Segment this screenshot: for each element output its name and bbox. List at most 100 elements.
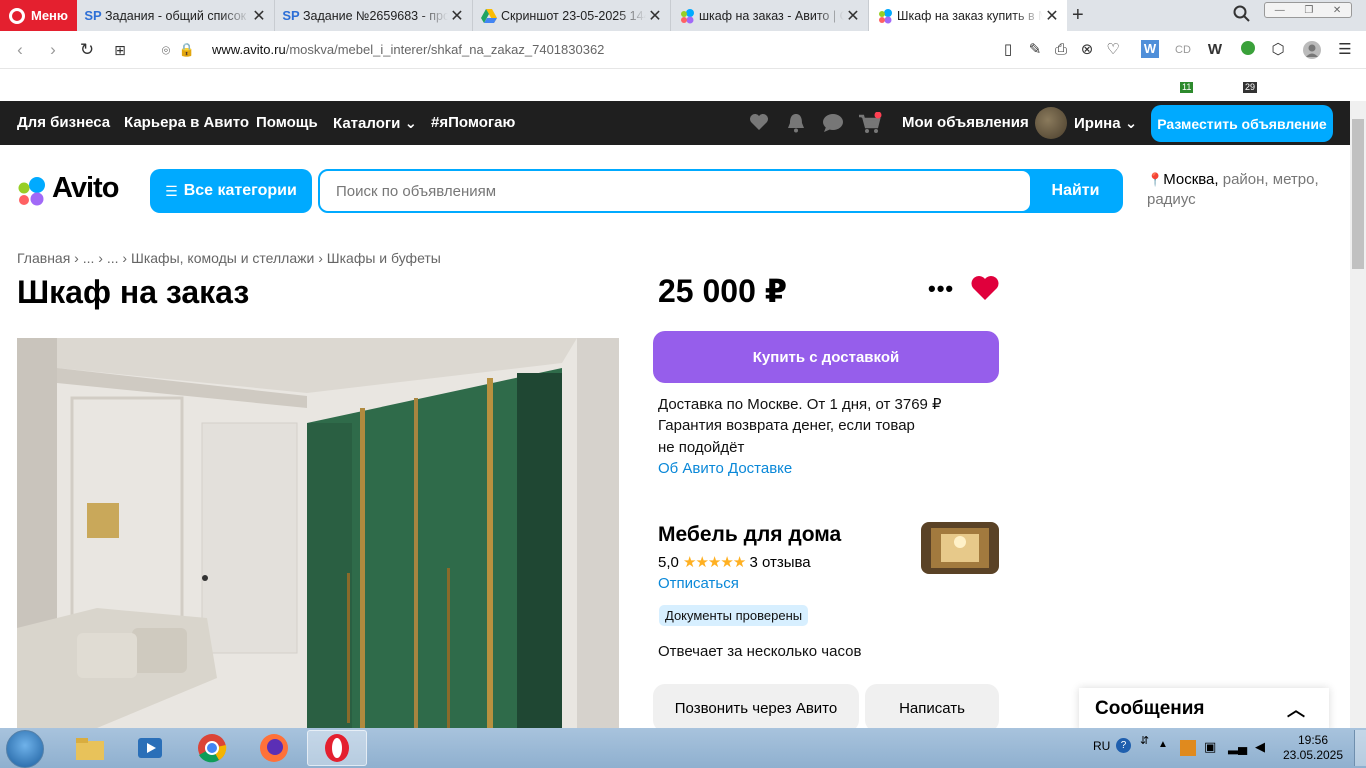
avatar[interactable] <box>1035 107 1067 139</box>
seller-avatar[interactable] <box>921 522 999 574</box>
call-via-avito-button[interactable]: Позвонить через Авито <box>653 684 859 732</box>
nav-career[interactable]: Карьера в Авито <box>124 114 249 131</box>
cd-extension-icon[interactable]: CD <box>1173 40 1193 60</box>
opera-taskbar-icon[interactable] <box>307 730 367 766</box>
nav-business[interactable]: Для бизнеса <box>17 114 110 131</box>
messages-panel[interactable]: Сообщения ︿ <box>1079 688 1329 732</box>
page-scrollbar[interactable] <box>1350 101 1366 728</box>
opera-menu-button[interactable]: Меню <box>0 0 77 31</box>
cube-icon[interactable]: ⬡ <box>1268 40 1288 60</box>
tray-device-icon[interactable]: ▣ <box>1204 739 1216 755</box>
browser-tab[interactable]: шкаф на заказ - Авито | О ✕ <box>671 0 869 31</box>
post-ad-button[interactable]: Разместить объявление <box>1151 105 1333 142</box>
user-menu[interactable]: Ирина ⌄ <box>1074 114 1137 132</box>
reload-icon[interactable]: ↻ <box>77 40 97 60</box>
browser-tab[interactable]: SP Задание №2659683 - про ✕ <box>275 0 473 31</box>
location-pin-icon: 📍 <box>1147 172 1164 187</box>
media-player-icon[interactable] <box>122 730 178 766</box>
buy-with-delivery-button[interactable]: Купить с доставкой <box>653 331 999 383</box>
search-tabs-icon[interactable] <box>1233 5 1251 28</box>
close-icon[interactable]: ✕ <box>1043 6 1061 26</box>
heart-icon[interactable]: ♡ <box>1103 40 1123 60</box>
w-extension-icon[interactable]: W <box>1205 40 1225 60</box>
sp-favicon-icon: SP <box>84 8 102 23</box>
lock-icon[interactable]: 🔒 <box>177 40 197 60</box>
back-icon[interactable]: ‹ <box>10 40 30 60</box>
opera-logo-icon <box>9 7 25 24</box>
tray-expand-icon[interactable]: ▲ <box>1158 739 1168 750</box>
messages-title: Сообщения <box>1095 698 1205 719</box>
tab-title: шкаф на заказ - Авито | О <box>699 8 844 23</box>
breadcrumb-item[interactable]: ... <box>83 250 95 266</box>
close-icon[interactable]: ✕ <box>448 6 466 26</box>
breadcrumb-item[interactable]: ... <box>107 250 119 266</box>
system-clock[interactable]: 19:56 23.05.2025 <box>1278 733 1348 763</box>
profile-icon[interactable] <box>1302 40 1322 60</box>
sp-favicon-icon: SP <box>282 8 300 23</box>
more-options-icon[interactable]: ••• <box>928 276 954 302</box>
categories-search-icon: ☰ <box>165 182 178 199</box>
seller-name[interactable]: Мебель для дома <box>658 523 841 547</box>
seller-rating[interactable]: 5,0 ★★★★★ 3 отзыва <box>658 553 811 571</box>
my-ads-link[interactable]: Мои объявления <box>902 114 1029 131</box>
favorite-heart-icon[interactable] <box>970 273 1000 303</box>
nav-ya-pomogayu[interactable]: #яПомогаю <box>431 114 515 131</box>
camera-icon[interactable]: ⎙ <box>1051 40 1071 60</box>
favorites-icon[interactable] <box>749 113 769 136</box>
nav-catalogs[interactable]: Каталоги ⌄ <box>333 114 417 132</box>
avito-logo-icon[interactable] <box>17 176 47 206</box>
green-extension-icon[interactable] <box>1238 40 1258 60</box>
new-tab-icon[interactable]: + <box>1072 4 1084 27</box>
url-field[interactable]: www.avito.ru/moskva/mebel_i_interer/shka… <box>212 42 604 57</box>
close-window-icon[interactable]: ✕ <box>1333 5 1341 16</box>
forward-icon[interactable]: › <box>43 40 63 60</box>
search-input[interactable] <box>320 171 1030 211</box>
cart-icon[interactable] <box>858 111 882 139</box>
chat-icon[interactable] <box>822 113 844 138</box>
adblock-icon[interactable]: ⊗ <box>1077 40 1097 60</box>
close-icon[interactable]: ✕ <box>646 6 664 26</box>
browser-tab[interactable]: SP Задания - общий список з ✕ <box>77 0 275 31</box>
close-icon[interactable]: ✕ <box>844 6 862 26</box>
close-icon[interactable]: ✕ <box>250 6 268 26</box>
write-message-button[interactable]: Написать <box>865 684 999 732</box>
about-delivery-link[interactable]: Об Авито Доставке <box>658 460 792 477</box>
help-icon[interactable]: ? <box>1116 738 1131 753</box>
word-extension-icon[interactable]: W <box>1141 40 1159 58</box>
tab-title: Задания - общий список з <box>105 8 250 23</box>
show-desktop-button[interactable] <box>1354 730 1366 766</box>
tray-ime-icon[interactable]: ⇵ <box>1140 734 1149 747</box>
location-pin-icon[interactable]: ⌾ <box>156 40 176 60</box>
browser-tab-active[interactable]: Шкаф на заказ купить в М ✕ <box>869 0 1067 31</box>
unsubscribe-link[interactable]: Отписаться <box>658 575 739 592</box>
reader-icon[interactable]: ▯ <box>998 40 1018 60</box>
chevron-down-icon: ⌄ <box>404 115 418 132</box>
breadcrumb-item[interactable]: Шкафы, комоды и стеллажи <box>131 250 314 266</box>
notifications-icon[interactable] <box>787 113 805 138</box>
explorer-icon[interactable] <box>62 730 118 766</box>
chevron-up-icon[interactable]: ︿ <box>1287 696 1305 722</box>
breadcrumb-item[interactable]: Главная <box>17 250 70 266</box>
location-selector[interactable]: 📍Москва, район, метро, радиус <box>1147 170 1337 210</box>
avito-logo-text[interactable]: Avito <box>52 172 119 205</box>
start-button[interactable] <box>6 730 44 768</box>
scrollbar-thumb[interactable] <box>1352 119 1364 269</box>
browser-tab[interactable]: Скриншот 23-05-2025 144 ✕ <box>473 0 671 31</box>
firefox-icon[interactable] <box>246 730 302 766</box>
listing-photo[interactable] <box>17 338 619 728</box>
nav-help[interactable]: Помощь <box>256 114 318 131</box>
all-categories-button[interactable]: ☰ Все категории <box>150 169 312 213</box>
find-button[interactable]: Найти <box>1030 171 1121 211</box>
minimize-icon[interactable]: — <box>1275 5 1285 16</box>
maximize-icon[interactable]: ❐ <box>1304 5 1313 16</box>
speed-dial-icon[interactable]: ⊞ <box>110 40 130 60</box>
breadcrumb-item[interactable]: Шкафы и буфеты <box>327 250 441 266</box>
network-icon[interactable]: ▂▄ <box>1228 739 1247 755</box>
chrome-icon[interactable] <box>184 730 240 766</box>
volume-icon[interactable]: ◀ <box>1255 739 1265 755</box>
language-indicator[interactable]: RU <box>1093 739 1110 753</box>
easy-setup-icon[interactable]: ☰ <box>1335 40 1355 60</box>
browser-tab-strip: Меню SP Задания - общий список з ✕ SP За… <box>0 0 1366 31</box>
tray-app-icon[interactable] <box>1180 740 1196 756</box>
edit-icon[interactable]: ✎ <box>1025 40 1045 60</box>
